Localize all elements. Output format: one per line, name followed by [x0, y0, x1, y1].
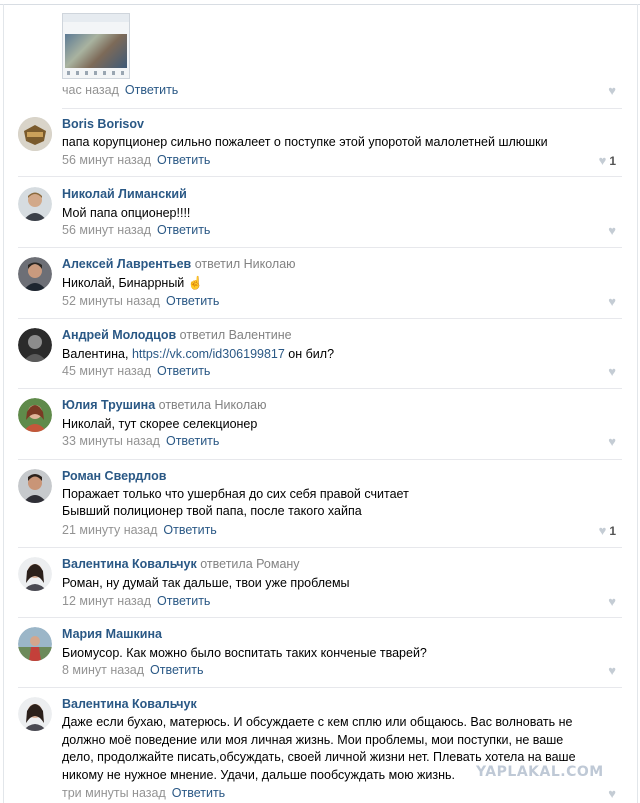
thumbnail-header	[63, 14, 129, 22]
comment-time: три минуты назад	[62, 786, 166, 800]
heart-icon: ♥	[608, 364, 616, 379]
like-button[interactable]: ♥	[608, 223, 616, 238]
separator	[18, 247, 622, 248]
reply-button[interactable]: Ответить	[157, 153, 210, 167]
frame-right-border	[637, 4, 638, 803]
comment-meta: 56 минут назад Ответить	[62, 153, 210, 167]
heart-icon: ♥	[608, 786, 616, 801]
heart-icon: ♥	[608, 434, 616, 449]
like-count: 1	[609, 524, 616, 538]
comment-time: 12 минут назад	[62, 594, 151, 608]
author-name[interactable]: Валентина Ковальчук ответила Роману	[62, 557, 300, 571]
heart-icon: ♥	[608, 294, 616, 309]
comment-text: Николай, Бинаррный ☝	[62, 276, 204, 290]
comment-time: 56 минут назад	[62, 153, 151, 167]
author-name[interactable]: Валентина Ковальчук	[62, 697, 197, 711]
avatar[interactable]	[18, 398, 52, 432]
reply-button[interactable]: Ответить	[125, 83, 178, 97]
reply-button[interactable]: Ответить	[150, 663, 203, 677]
comment-time: 52 минуты назад	[62, 294, 160, 308]
reply-button[interactable]: Ответить	[166, 434, 219, 448]
separator	[18, 617, 622, 618]
thumbnail-photo	[65, 34, 127, 68]
comment-text: Роман, ну думай так дальше, твои уже про…	[62, 576, 350, 590]
thumbnail-actions	[67, 71, 125, 75]
comment-meta: три минуты назад Ответить	[62, 786, 225, 800]
comment-time: 33 минуты назад	[62, 434, 160, 448]
frame-left-border	[3, 4, 4, 803]
comment-text: Поражает только что ушербная до сих себя…	[62, 487, 409, 518]
avatar[interactable]	[18, 627, 52, 661]
comment-meta: 21 минуту назад Ответить	[62, 523, 217, 537]
comment-text: Николай, тут скорее селекционер	[62, 417, 258, 431]
avatar[interactable]	[18, 117, 52, 151]
comment-text: Биомусор. Как можно было воспитать таких…	[62, 646, 427, 660]
separator	[18, 176, 622, 177]
comment-time: 45 минут назад	[62, 364, 151, 378]
like-button[interactable]: ♥ 1	[599, 523, 616, 538]
comment-text: Валентина, https://vk.com/id306199817 он…	[62, 347, 335, 361]
reply-button[interactable]: Ответить	[163, 523, 216, 537]
comment-time: 21 минуту назад	[62, 523, 158, 537]
attached-screenshot-thumbnail[interactable]	[62, 13, 130, 79]
watermark: YAPLAKAL.COM	[476, 764, 604, 780]
separator	[18, 318, 622, 319]
author-name[interactable]: Алексей Лаврентьев ответил Николаю	[62, 257, 296, 271]
reply-button[interactable]: Ответить	[166, 294, 219, 308]
heart-icon: ♥	[608, 83, 616, 98]
comment-time: 8 минут назад	[62, 663, 145, 677]
heart-icon: ♥	[598, 153, 607, 168]
heart-icon: ♥	[608, 663, 616, 678]
like-count: 1	[609, 154, 616, 168]
like-button[interactable]: ♥	[608, 434, 616, 449]
like-button[interactable]: ♥	[608, 594, 616, 609]
author-name[interactable]: Boris Borisov	[62, 117, 144, 131]
reply-button[interactable]: Ответить	[172, 786, 225, 800]
comment-time: час назад	[62, 83, 119, 97]
like-button[interactable]: ♥	[608, 663, 616, 678]
avatar[interactable]	[18, 257, 52, 291]
comment-meta: 12 минут назад Ответить	[62, 594, 210, 608]
comment-meta: 8 минут назад Ответить	[62, 663, 203, 677]
separator	[18, 547, 622, 548]
author-name[interactable]: Юлия Трушина ответила Николаю	[62, 398, 266, 412]
heart-icon: ♥	[598, 523, 607, 538]
like-button[interactable]: ♥	[608, 364, 616, 379]
separator	[18, 388, 622, 389]
separator	[62, 108, 622, 109]
heart-icon: ♥	[608, 594, 616, 609]
avatar[interactable]	[18, 557, 52, 591]
like-button[interactable]: ♥	[608, 294, 616, 309]
like-button[interactable]: ♥	[608, 83, 616, 98]
heart-icon: ♥	[608, 223, 616, 238]
avatar[interactable]	[18, 328, 52, 362]
reply-button[interactable]: Ответить	[157, 594, 210, 608]
author-name[interactable]: Роман Свердлов	[62, 469, 166, 483]
reply-button[interactable]: Ответить	[157, 364, 210, 378]
comment-meta: 33 минуты назад Ответить	[62, 434, 219, 448]
like-button[interactable]: ♥ 1	[599, 153, 616, 168]
like-button[interactable]: ♥	[608, 786, 616, 801]
comment-meta: 45 минут назад Ответить	[62, 364, 210, 378]
comment-meta: 56 минут назад Ответить	[62, 223, 210, 237]
comment-meta: 52 минуты назад Ответить	[62, 294, 219, 308]
pointing-up-emoji: ☝	[187, 276, 204, 290]
profile-link[interactable]: https://vk.com/id306199817	[132, 347, 285, 361]
comment-text: Мой папа опционер!!!!	[62, 206, 191, 220]
reply-button[interactable]: Ответить	[157, 223, 210, 237]
avatar[interactable]	[18, 697, 52, 731]
separator	[18, 687, 622, 688]
separator	[18, 459, 622, 460]
comment-text: папа корупционер сильно пожалеет о посту…	[62, 135, 548, 149]
top-comment-meta: час назад Ответить	[62, 83, 178, 97]
comment-time: 56 минут назад	[62, 223, 151, 237]
frame-top-border	[0, 4, 640, 5]
author-name[interactable]: Андрей Молодцов ответил Валентине	[62, 328, 292, 342]
author-name[interactable]: Николай Лиманский	[62, 187, 187, 201]
avatar[interactable]	[18, 187, 52, 221]
author-name[interactable]: Мария Машкина	[62, 627, 162, 641]
avatar[interactable]	[18, 469, 52, 503]
